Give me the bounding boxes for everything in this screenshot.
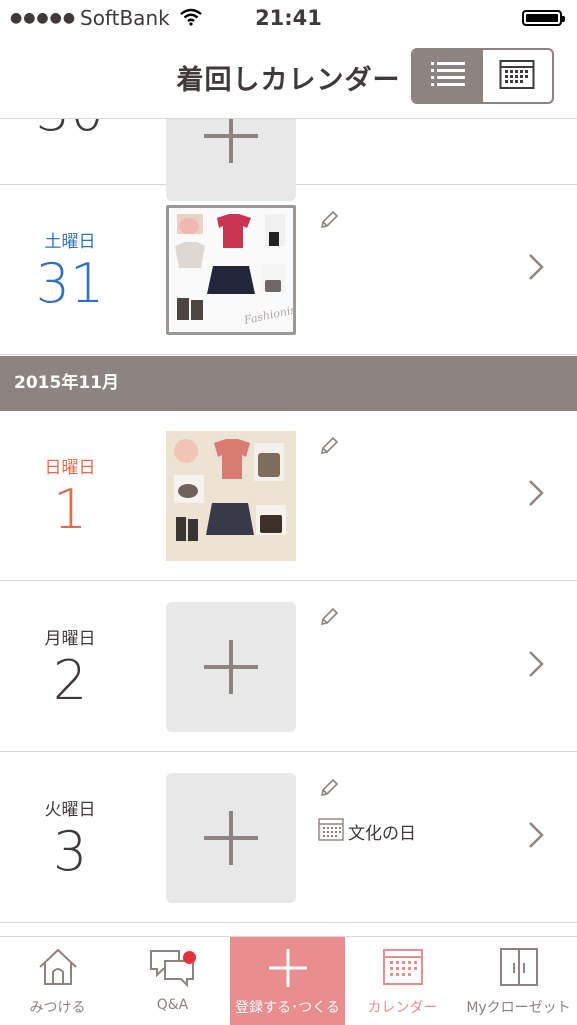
day-number: 3 (52, 820, 88, 883)
holiday-name: 文化の日 (348, 824, 416, 844)
day-number: 31 (35, 252, 105, 315)
calendar-grid-icon (499, 58, 535, 94)
closet-icon (460, 947, 577, 987)
chevron-right-icon[interactable] (528, 479, 544, 511)
pencil-icon[interactable] (318, 777, 340, 803)
pencil-icon[interactable] (318, 209, 340, 235)
tab-discover[interactable]: みつける (0, 937, 115, 1025)
chevron-right-icon[interactable] (528, 821, 544, 853)
day-row[interactable]: 火曜日 3 文化の日 (0, 753, 577, 923)
day-row[interactable]: 土曜日 31 Fashionista (0, 185, 577, 355)
house-icon (0, 947, 115, 987)
add-outfit-button[interactable] (166, 602, 296, 732)
weekday-label: 土曜日 (44, 232, 96, 252)
calendar-icon (345, 947, 460, 987)
pencil-icon[interactable] (318, 606, 340, 632)
calendar-view-button[interactable] (483, 50, 553, 102)
day-number: 1 (52, 478, 88, 541)
pencil-icon[interactable] (318, 435, 340, 461)
tab-label: カレンダー (367, 1000, 438, 1016)
status-bar: ●●●●● SoftBank 21:41 (0, 0, 577, 38)
day-row[interactable]: 日曜日 1 (0, 411, 577, 581)
view-mode-toggle[interactable] (411, 48, 554, 104)
notification-badge (183, 951, 196, 964)
list-view-button[interactable] (413, 50, 483, 102)
list-icon (430, 61, 465, 91)
navigation-bar: 着回しカレンダー (0, 38, 577, 119)
tab-my-closet[interactable]: Myクローゼット (460, 937, 577, 1025)
weekday-label: 月曜日 (44, 629, 96, 649)
month-header: 2015年11月 (0, 356, 577, 411)
tab-label: Q&A (156, 997, 189, 1013)
battery-icon (522, 10, 565, 26)
add-outfit-button[interactable] (166, 773, 296, 903)
weekday-label: 火曜日 (44, 800, 96, 820)
chevron-right-icon[interactable] (528, 650, 544, 682)
clock: 21:41 (255, 6, 322, 30)
outfit-thumbnail[interactable] (166, 431, 296, 561)
weekday-label: 日曜日 (44, 458, 96, 478)
tab-label: みつける (29, 1000, 86, 1016)
tab-calendar[interactable]: カレンダー (345, 937, 460, 1025)
day-number: 2 (52, 649, 88, 712)
calendar-list[interactable]: 30 土曜日 31 Fashionista (0, 38, 577, 936)
chat-bubbles-icon (115, 947, 230, 989)
day-row[interactable]: 月曜日 2 (0, 582, 577, 752)
tab-register[interactable]: 登録する･つくる (230, 937, 345, 1025)
tab-label: 登録する･つくる (235, 1000, 340, 1016)
holiday-label: 文化の日 (318, 817, 416, 846)
chevron-right-icon[interactable] (528, 253, 544, 285)
calendar-icon (318, 817, 344, 846)
plus-icon (230, 947, 345, 989)
outfit-thumbnail[interactable]: Fashionista (166, 205, 308, 335)
svg-text:Fashionista: Fashionista (242, 301, 293, 327)
tab-bar: みつける Q&A 登録する･つくる カレンダー Myクローゼット (0, 936, 577, 1025)
tab-label: Myクローゼット (466, 1000, 571, 1016)
tab-qa[interactable]: Q&A (115, 937, 230, 1025)
